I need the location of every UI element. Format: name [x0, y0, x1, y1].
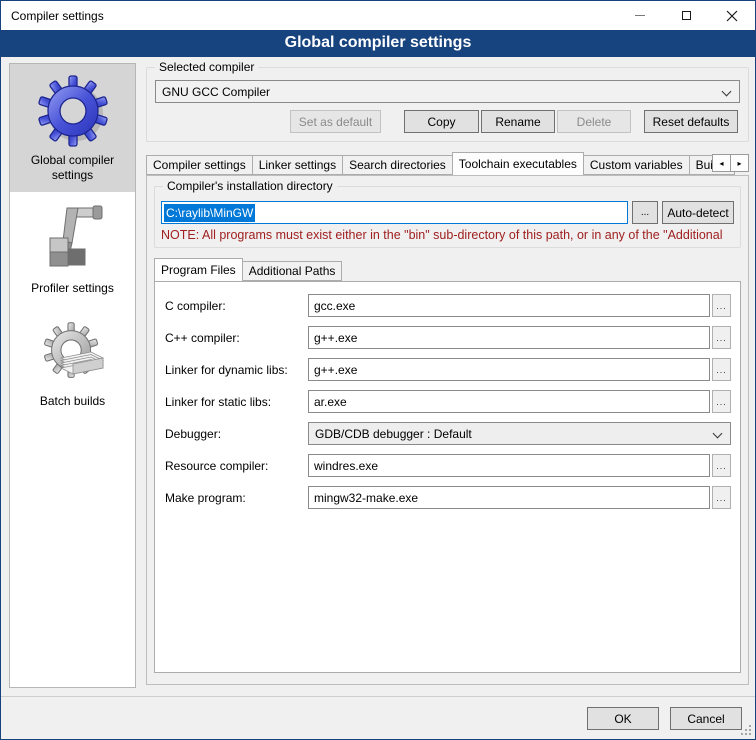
make-program-input[interactable]: mingw32-make.exe	[308, 486, 710, 509]
installation-directory-row: C:\raylib\MinGW ... Auto-detect	[161, 201, 734, 224]
tab-program-files[interactable]: Program Files	[154, 258, 243, 281]
compiler-select-value: GNU GCC Compiler	[162, 85, 270, 99]
browse-button[interactable]: ...	[712, 454, 731, 477]
browse-button[interactable]: ...	[712, 486, 731, 509]
cpp-compiler-input[interactable]: g++.exe	[308, 326, 710, 349]
minimize-button[interactable]	[617, 1, 663, 30]
tab-additional-paths[interactable]: Additional Paths	[242, 261, 343, 281]
delete-button[interactable]: Delete	[557, 110, 631, 133]
field-label: C compiler:	[165, 299, 308, 313]
compiler-select[interactable]: GNU GCC Compiler	[155, 80, 740, 103]
select-value: GDB/CDB debugger : Default	[315, 427, 472, 441]
selected-compiler-group: Selected compiler GNU GCC Compiler Set a…	[146, 67, 749, 142]
arrow-left-icon[interactable]: ◂	[712, 154, 731, 172]
tab-custom-variables[interactable]: Custom variables	[583, 155, 690, 175]
resource-compiler-input[interactable]: windres.exe	[308, 454, 710, 477]
input-value: gcc.exe	[314, 299, 355, 313]
rename-button[interactable]: Rename	[481, 110, 555, 133]
sidebar-item-profiler-settings[interactable]: Profiler settings	[10, 192, 135, 305]
debugger-select[interactable]: GDB/CDB debugger : Default	[308, 422, 731, 445]
field-label: Make program:	[165, 491, 308, 505]
field-row-resource-compiler: Resource compiler: windres.exe ...	[165, 454, 731, 477]
dialog-content: Global compiler settings Profiler settin…	[1, 57, 755, 696]
bin-subdirectory-note: NOTE: All programs must exist either in …	[161, 228, 734, 242]
sidebar-item-label: Global compiler settings	[14, 153, 131, 183]
browse-button[interactable]: ...	[712, 326, 731, 349]
compiler-buttons-row: Set as default Copy Rename Delete Reset …	[155, 110, 740, 133]
program-files-tabstrip: Program Files Additional Paths	[154, 257, 741, 281]
group-label: Compiler's installation directory	[163, 179, 337, 193]
sidebar-item-batch-builds[interactable]: Batch builds	[10, 305, 135, 418]
ok-button[interactable]: OK	[587, 707, 659, 730]
gray-gear-stack-icon	[37, 316, 109, 388]
input-value: windres.exe	[314, 459, 378, 473]
dialog-footer: OK Cancel	[1, 696, 755, 739]
resize-grip[interactable]	[749, 733, 751, 735]
group-label: Selected compiler	[155, 60, 258, 74]
sidebar-item-global-compiler-settings[interactable]: Global compiler settings	[10, 64, 135, 192]
blue-gear-icon	[37, 75, 109, 147]
close-icon	[726, 10, 738, 22]
chevron-down-icon	[722, 87, 732, 97]
settings-tabstrip: Compiler settings Linker settings Search…	[146, 151, 749, 175]
maximize-icon	[682, 11, 691, 20]
browse-button[interactable]: ...	[712, 390, 731, 413]
arrow-right-icon[interactable]: ▸	[730, 154, 749, 172]
tab-scroll-buttons: ◂ ▸	[713, 154, 749, 172]
input-value: ar.exe	[314, 395, 347, 409]
tab-compiler-settings[interactable]: Compiler settings	[146, 155, 253, 175]
titlebar: Compiler settings	[1, 1, 755, 30]
browse-button[interactable]: ...	[712, 358, 731, 381]
input-value: g++.exe	[314, 363, 357, 377]
toolchain-executables-page: Compiler's installation directory C:\ray…	[146, 175, 749, 685]
field-label: Resource compiler:	[165, 459, 308, 473]
tab-linker-settings[interactable]: Linker settings	[252, 155, 343, 175]
copy-button[interactable]: Copy	[404, 110, 479, 133]
field-row-linker-static: Linker for static libs: ar.exe ...	[165, 390, 731, 413]
field-label: C++ compiler:	[165, 331, 308, 345]
main-panel: Selected compiler GNU GCC Compiler Set a…	[146, 57, 749, 685]
c-compiler-input[interactable]: gcc.exe	[308, 294, 710, 317]
minimize-icon	[635, 15, 645, 16]
field-row-make-program: Make program: mingw32-make.exe ...	[165, 486, 731, 509]
maximize-button[interactable]	[663, 1, 709, 30]
field-label: Debugger:	[165, 427, 308, 441]
installation-directory-input[interactable]: C:\raylib\MinGW	[161, 201, 628, 224]
field-row-linker-dynamic: Linker for dynamic libs: g++.exe ...	[165, 358, 731, 381]
field-row-c-compiler: C compiler: gcc.exe ...	[165, 294, 731, 317]
linker-static-input[interactable]: ar.exe	[308, 390, 710, 413]
close-button[interactable]	[709, 1, 755, 30]
field-label: Linker for static libs:	[165, 395, 308, 409]
installation-directory-group: Compiler's installation directory C:\ray…	[154, 186, 741, 248]
input-value: g++.exe	[314, 331, 357, 345]
auto-detect-button[interactable]: Auto-detect	[662, 201, 734, 224]
cancel-button[interactable]: Cancel	[670, 707, 742, 730]
caliper-profiler-icon	[37, 203, 109, 275]
tab-search-directories[interactable]: Search directories	[342, 155, 453, 175]
dialog-banner: Global compiler settings	[1, 30, 755, 57]
field-row-cpp-compiler: C++ compiler: g++.exe ...	[165, 326, 731, 349]
reset-defaults-button[interactable]: Reset defaults	[644, 110, 738, 133]
category-sidebar: Global compiler settings Profiler settin…	[9, 63, 136, 688]
browse-directory-button[interactable]: ...	[632, 201, 658, 224]
sidebar-item-label: Batch builds	[40, 394, 105, 409]
compiler-settings-dialog: Compiler settings Global compiler settin…	[0, 0, 756, 740]
sidebar-item-label: Profiler settings	[31, 281, 114, 296]
tab-toolchain-executables[interactable]: Toolchain executables	[452, 152, 584, 175]
program-files-page: C compiler: gcc.exe ... C++ compiler: g+…	[154, 281, 741, 673]
window-title: Compiler settings	[1, 9, 617, 23]
input-value: mingw32-make.exe	[314, 491, 418, 505]
chevron-down-icon	[713, 429, 723, 439]
set-as-default-button[interactable]: Set as default	[290, 110, 381, 133]
browse-button[interactable]: ...	[712, 294, 731, 317]
linker-dynamic-input[interactable]: g++.exe	[308, 358, 710, 381]
field-row-debugger: Debugger: GDB/CDB debugger : Default	[165, 422, 731, 445]
field-label: Linker for dynamic libs:	[165, 363, 308, 377]
selected-path-text: C:\raylib\MinGW	[164, 204, 255, 222]
